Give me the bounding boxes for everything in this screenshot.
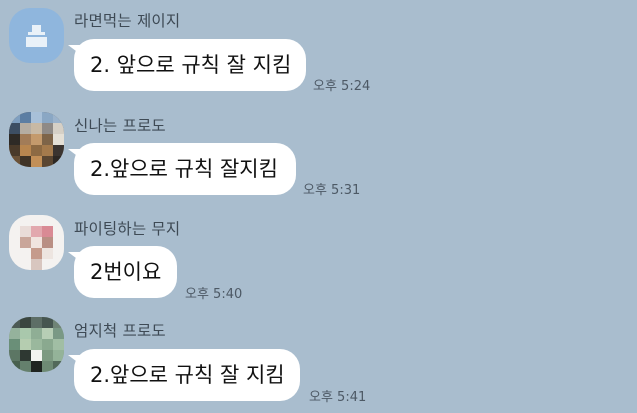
pixelated-profile-avatar[interactable] (9, 317, 64, 372)
message-bubble[interactable]: 2.앞으로 규칙 잘 지킴 (68, 349, 300, 401)
sender-name: 파이팅하는 무지 (74, 220, 181, 238)
profile-photo (9, 112, 64, 167)
pixelated-profile-avatar[interactable] (9, 112, 64, 167)
sender-name: 라면먹는 제이지 (74, 12, 181, 30)
message-timestamp: 오후 5:40 (185, 287, 243, 302)
message-timestamp: 오후 5:31 (303, 183, 361, 198)
message-timestamp: 오후 5:24 (313, 79, 371, 94)
message-bubble[interactable]: 2. 앞으로 규칙 잘 지킴 (68, 39, 306, 91)
sender-name: 엄지척 프로도 (74, 322, 166, 340)
message-bubble[interactable]: 2번이요 (68, 246, 177, 298)
default-person-icon (9, 8, 64, 63)
profile-photo (9, 317, 64, 372)
message-bubble[interactable]: 2.앞으로 규칙 잘지킴 (68, 143, 296, 195)
default-profile-avatar[interactable] (9, 8, 64, 63)
profile-photo (9, 215, 64, 270)
pixelated-profile-avatar[interactable] (9, 215, 64, 270)
sender-name: 신나는 프로도 (74, 117, 166, 135)
message-timestamp: 오후 5:41 (309, 390, 367, 405)
